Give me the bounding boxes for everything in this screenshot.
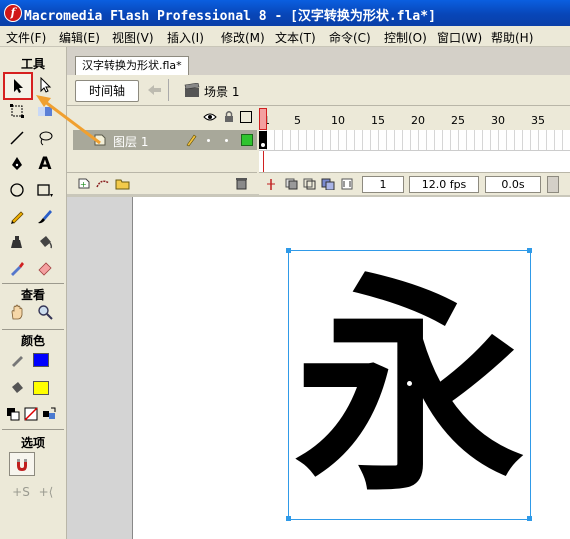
annotation-arrow [36, 95, 101, 145]
